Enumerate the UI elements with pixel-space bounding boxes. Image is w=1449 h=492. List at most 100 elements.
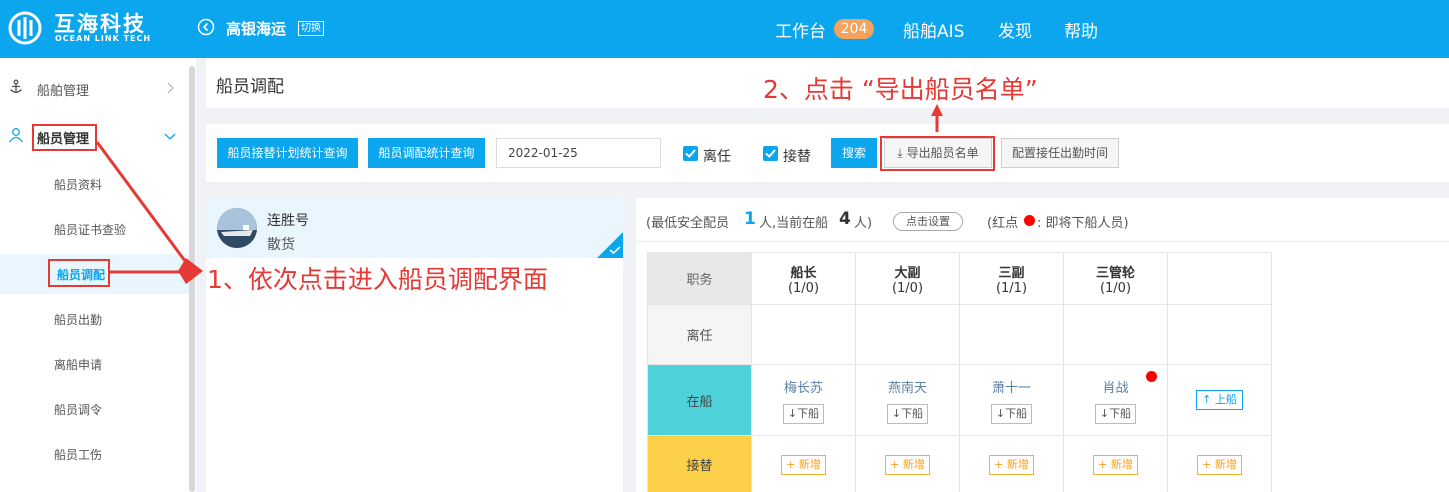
table-row-onboard: 在船 梅长苏 ↓下船 燕南天 ↓下船 萧十一 ↓下船 肖战 ↓下船 ↑ 上船 bbox=[647, 364, 1272, 436]
search-button[interactable]: 搜索 bbox=[831, 138, 877, 168]
add-label: 新增 bbox=[798, 457, 821, 471]
sidebar-group-ship-management[interactable]: 船舶管理 bbox=[0, 72, 189, 104]
onboard-count: 4 bbox=[839, 209, 851, 229]
nav-discover[interactable]: 发现 bbox=[998, 17, 1032, 42]
annotation-step-2: 2、点击 “导出船员名单” bbox=[763, 75, 1038, 104]
sidebar-item-crew-profile[interactable]: 船员资料 bbox=[0, 164, 189, 204]
table-cell: + 新增 bbox=[1063, 435, 1168, 492]
top-bar: 互海科技 OCEAN LINK TECH 高银海运 切换 工作台 204 船舶A… bbox=[0, 0, 1449, 58]
plus-icon: + bbox=[1202, 457, 1215, 471]
add-relief-button[interactable]: + 新增 bbox=[781, 454, 826, 475]
nav-help[interactable]: 帮助 bbox=[1064, 17, 1098, 42]
add-relief-button[interactable]: + 新增 bbox=[885, 454, 930, 475]
disembark-button[interactable]: ↓下船 bbox=[990, 403, 1033, 424]
table-header-cell: 职务 bbox=[647, 252, 752, 305]
arrow-down-icon: ↓ bbox=[995, 406, 1006, 420]
sidebar-item-attendance[interactable]: 船员出勤 bbox=[0, 299, 189, 339]
position-title: 三管轮 bbox=[1095, 265, 1135, 281]
min-crew-count: 1 bbox=[744, 209, 756, 229]
sidebar-item-label: 船员证书查验 bbox=[54, 223, 127, 237]
position-title: 三副 bbox=[998, 265, 1025, 281]
anchor-icon bbox=[10, 79, 22, 93]
disembark-label: 下船 bbox=[797, 406, 820, 420]
leave-checkbox-label: 离任 bbox=[703, 149, 731, 165]
arrow-down-icon: ↓ bbox=[1099, 406, 1110, 420]
table-cell: 萧十一 ↓下船 bbox=[959, 364, 1064, 436]
sidebar-item-leave-request[interactable]: 离船申请 bbox=[0, 344, 189, 384]
add-label: 新增 bbox=[1006, 457, 1029, 471]
row-label: 离任 bbox=[647, 304, 752, 365]
embark-button[interactable]: ↑ 上船 bbox=[1196, 390, 1243, 410]
logo-subtext: OCEAN LINK TECH bbox=[55, 34, 152, 43]
highlight-box-export bbox=[880, 136, 995, 171]
user-icon bbox=[8, 128, 24, 143]
min-crew-prefix: (最低安全配员 bbox=[646, 216, 730, 231]
table-header-row: 职务 船长 (1/0) 大副 (1/0) 三副 (1/1) 三管轮 (1/0) bbox=[647, 252, 1272, 305]
disembark-button[interactable]: ↓下船 bbox=[1094, 403, 1137, 424]
table-header-cell: 大副 (1/0) bbox=[855, 252, 960, 305]
crew-name[interactable]: 萧十一 bbox=[960, 377, 1063, 396]
highlight-box-crew-deployment bbox=[48, 259, 110, 287]
date-input[interactable]: 2022-01-25 bbox=[496, 138, 661, 168]
highlight-box-crew-management bbox=[32, 124, 97, 151]
position-title: 大副 bbox=[894, 265, 921, 281]
crew-name[interactable]: 燕南天 bbox=[856, 377, 959, 396]
ship-list-panel: 连胜号 散货 bbox=[206, 198, 623, 492]
selected-corner-badge bbox=[597, 232, 623, 258]
ship-avatar bbox=[217, 208, 257, 248]
sidebar-item-work-injury[interactable]: 船员工伤 bbox=[0, 434, 189, 474]
legend-prefix: (红点 bbox=[987, 216, 1019, 231]
sidebar-scrollbar[interactable] bbox=[189, 66, 195, 492]
plus-icon: + bbox=[994, 457, 1007, 471]
crew-table: 职务 船长 (1/0) 大副 (1/0) 三副 (1/1) 三管轮 (1/0) 离任 在… bbox=[647, 252, 1272, 492]
set-min-crew-button[interactable]: 点击设置 bbox=[893, 212, 963, 231]
nav-ship-ais[interactable]: 船舶AIS bbox=[903, 17, 964, 42]
checkmark-icon bbox=[685, 149, 696, 158]
position-count: (1/0) bbox=[1099, 280, 1132, 296]
sidebar-item-label: 离船申请 bbox=[54, 358, 103, 372]
add-label: 新增 bbox=[902, 457, 925, 471]
table-cell bbox=[959, 304, 1064, 365]
onboard-label: 人,当前在船 bbox=[759, 216, 829, 231]
switch-company-button[interactable]: 切换 bbox=[298, 21, 324, 36]
plus-icon: + bbox=[890, 457, 903, 471]
table-header-cell: 船长 (1/0) bbox=[751, 252, 856, 305]
leave-checkbox[interactable] bbox=[683, 146, 698, 161]
company-name: 高银海运 bbox=[226, 20, 287, 38]
chevron-down-icon bbox=[164, 133, 176, 140]
table-cell: 梅长苏 ↓下船 bbox=[751, 364, 856, 436]
add-relief-button[interactable]: + 新增 bbox=[1197, 454, 1242, 475]
add-label: 新增 bbox=[1110, 457, 1133, 471]
workbench-badge: 204 bbox=[834, 19, 874, 39]
disembark-button[interactable]: ↓下船 bbox=[782, 403, 825, 424]
nav-workbench[interactable]: 工作台 bbox=[775, 17, 826, 42]
plan-stats-button[interactable]: 船员接替计划统计查询 bbox=[217, 138, 358, 168]
table-cell bbox=[751, 304, 856, 365]
table-cell bbox=[855, 304, 960, 365]
ship-icon bbox=[217, 208, 257, 248]
page-title: 船员调配 bbox=[216, 77, 284, 97]
row-label: 接替 bbox=[647, 435, 752, 492]
crew-name[interactable]: 梅长苏 bbox=[752, 377, 855, 396]
disembark-button[interactable]: ↓下船 bbox=[886, 403, 929, 424]
table-header-cell: 三管轮 (1/0) bbox=[1063, 252, 1168, 305]
position-count: (1/1) bbox=[995, 280, 1028, 296]
add-relief-button[interactable]: + 新增 bbox=[989, 454, 1034, 475]
add-relief-button[interactable]: + 新增 bbox=[1093, 454, 1138, 475]
table-cell: 肖战 ↓下船 bbox=[1063, 364, 1168, 436]
relieve-checkbox[interactable] bbox=[763, 146, 778, 161]
sidebar-item-certificate-check[interactable]: 船员证书查验 bbox=[0, 209, 189, 249]
table-cell: + 新增 bbox=[959, 435, 1064, 492]
sidebar-item-transfer-order[interactable]: 船员调令 bbox=[0, 389, 189, 429]
table-row-relieve: 接替 + 新增 + 新增 + 新增 + 新增 + 新增 bbox=[647, 435, 1272, 492]
sidebar-item-label: 船员资料 bbox=[54, 178, 103, 192]
ship-card[interactable]: 连胜号 散货 bbox=[206, 198, 623, 258]
back-icon[interactable] bbox=[197, 18, 215, 36]
chevron-right-icon bbox=[167, 82, 174, 94]
table-cell: + 新增 bbox=[855, 435, 960, 492]
checkmark-icon bbox=[765, 149, 776, 158]
deploy-stats-button[interactable]: 船员调配统计查询 bbox=[368, 138, 485, 168]
crew-info-row: (最低安全配员 1 人,当前在船 4 人) 点击设置 (红点 : 即将下船人员) bbox=[636, 198, 1449, 242]
ship-type: 散货 bbox=[267, 237, 295, 253]
config-attendance-time-button[interactable]: 配置接任出勤时间 bbox=[1001, 138, 1119, 168]
